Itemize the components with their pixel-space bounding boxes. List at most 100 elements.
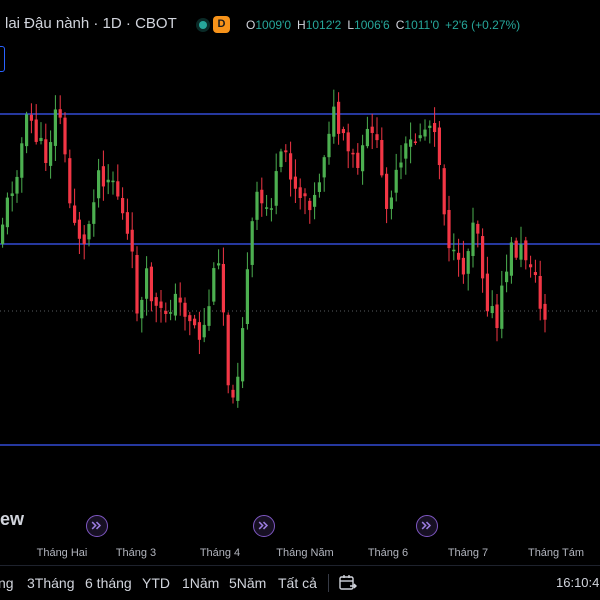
- candle-body: [370, 126, 374, 133]
- candle-body: [500, 285, 504, 329]
- candle: [39, 122, 43, 145]
- candle-body: [284, 150, 288, 153]
- range-toolbar: ng 3Tháng 6 tháng YTD 1Năm 5Năm Tất cả 1…: [0, 565, 600, 600]
- candle-body: [385, 173, 389, 209]
- candle: [1, 217, 5, 248]
- candle-body: [433, 123, 437, 133]
- candle-body: [250, 221, 254, 265]
- candle: [178, 282, 182, 316]
- candle: [73, 188, 77, 226]
- candle-body: [428, 125, 432, 128]
- range-button-5y[interactable]: 5Năm: [229, 575, 266, 591]
- range-button-6m[interactable]: 6 tháng: [85, 575, 132, 591]
- candle: [298, 178, 302, 210]
- range-button-3m[interactable]: 3Tháng: [27, 575, 74, 591]
- range-button-ytd[interactable]: YTD: [142, 575, 170, 591]
- candle: [495, 294, 499, 342]
- time-axis-label: Tháng 6: [368, 547, 408, 559]
- candle: [188, 311, 192, 336]
- candle: [418, 123, 422, 142]
- candle-body: [471, 222, 475, 257]
- candle-body: [485, 273, 489, 312]
- candle-body: [365, 128, 369, 147]
- candle-body: [322, 157, 326, 178]
- candle-body: [380, 140, 384, 176]
- event-marker-1[interactable]: [86, 515, 108, 537]
- candle: [389, 190, 393, 220]
- candle-body: [202, 324, 206, 338]
- candle-body: [193, 318, 197, 326]
- candle-body: [68, 158, 72, 204]
- candle: [154, 292, 158, 323]
- candle: [337, 92, 341, 145]
- candle: [289, 141, 293, 197]
- candle-body: [10, 193, 14, 196]
- range-button-all[interactable]: Tất cả: [278, 575, 317, 591]
- candle-body: [413, 141, 417, 143]
- price-chart[interactable]: Tháng Hai Tháng 3 Tháng 4 Tháng Năm Tháng 6 T…: [0, 0, 600, 565]
- candle-body: [39, 137, 43, 141]
- candle-body: [389, 197, 393, 209]
- candle-body: [279, 151, 283, 167]
- time-axis: Tháng Hai Tháng 3 Tháng 4 Tháng Năm Tháng 6 T…: [37, 547, 584, 559]
- candle-body: [231, 389, 235, 398]
- candle: [385, 167, 389, 224]
- candle-body: [308, 200, 312, 211]
- candle: [533, 259, 537, 283]
- candle-body: [25, 114, 29, 147]
- candle: [221, 247, 225, 326]
- candle: [269, 198, 273, 222]
- candle: [293, 159, 297, 203]
- candle-body: [437, 127, 441, 166]
- candle: [332, 89, 336, 144]
- candle-body: [236, 376, 240, 401]
- time-axis-label: Tháng 7: [448, 547, 488, 559]
- candle-body: [169, 312, 173, 314]
- forward-arrow-icon: [258, 521, 269, 530]
- candle: [394, 153, 398, 202]
- candles: [1, 89, 547, 408]
- candle-body: [101, 166, 105, 187]
- candle-body: [164, 310, 168, 314]
- candle-body: [145, 268, 149, 299]
- clock-time: 16:10:4: [556, 575, 600, 590]
- candle-body: [337, 101, 341, 134]
- candle-body: [207, 306, 211, 326]
- candle-body: [327, 133, 331, 158]
- candle: [236, 362, 240, 408]
- candle: [447, 195, 451, 262]
- event-marker-2[interactable]: [253, 515, 275, 537]
- candle: [169, 299, 173, 321]
- candle: [274, 153, 278, 215]
- candle-body: [356, 152, 360, 168]
- range-button-partial[interactable]: ng: [0, 575, 14, 591]
- candle-body: [404, 143, 408, 159]
- candle: [399, 145, 403, 180]
- candle-body: [245, 269, 249, 325]
- candle-body: [481, 236, 485, 279]
- candle-body: [159, 301, 163, 308]
- candle-body: [73, 205, 77, 223]
- candle: [461, 240, 465, 284]
- candle: [260, 177, 264, 217]
- candle: [29, 103, 33, 134]
- range-button-1y[interactable]: 1Năm: [182, 575, 219, 591]
- candle: [375, 117, 379, 148]
- candle-body: [255, 191, 259, 220]
- candle: [159, 289, 163, 323]
- calendar-range-icon[interactable]: [338, 573, 358, 593]
- candle-body: [524, 240, 528, 261]
- candle: [97, 158, 101, 208]
- candle: [101, 150, 105, 201]
- candle-body: [212, 268, 216, 302]
- candle: [543, 293, 547, 333]
- event-marker-3[interactable]: [416, 515, 438, 537]
- candle-body: [5, 197, 9, 228]
- candle: [5, 192, 9, 235]
- candle: [452, 233, 456, 261]
- candle: [519, 226, 523, 268]
- candle-body: [361, 145, 365, 172]
- forward-arrow-icon: [91, 521, 102, 530]
- candle: [49, 130, 53, 179]
- candle: [87, 220, 91, 247]
